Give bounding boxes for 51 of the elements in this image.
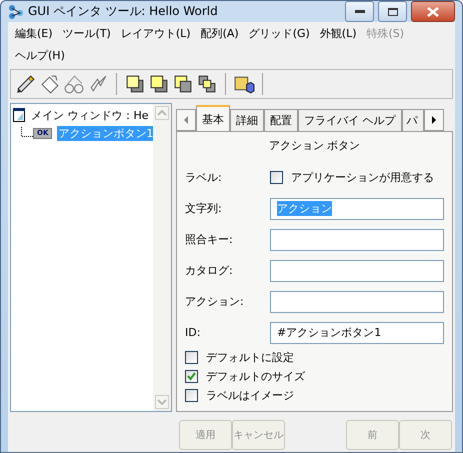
menu-item[interactable]: 配列(A) bbox=[196, 23, 244, 45]
field-label: アクション: bbox=[185, 294, 245, 309]
menu-item[interactable]: ヘルプ(H) bbox=[10, 45, 70, 67]
menu-item[interactable]: レイアウト(L) bbox=[116, 23, 196, 45]
field-label: 文字列: bbox=[185, 201, 223, 216]
checkbox-label: ラベルはイメージ bbox=[206, 388, 294, 403]
maximize-button[interactable] bbox=[378, 1, 407, 22]
scroll-right-icon[interactable] bbox=[424, 109, 444, 131]
window-icon bbox=[13, 108, 25, 122]
close-button[interactable] bbox=[411, 1, 455, 22]
glasses-icon[interactable] bbox=[63, 73, 85, 95]
tab[interactable]: 配置 bbox=[264, 109, 298, 131]
pencil-icon[interactable] bbox=[15, 73, 37, 95]
tab[interactable]: フライバイ ヘルプ bbox=[298, 109, 402, 131]
field-label: カタログ: bbox=[185, 263, 234, 278]
input-field[interactable] bbox=[270, 290, 444, 312]
field-label: ラベル: bbox=[185, 170, 223, 185]
maximize-icon bbox=[388, 8, 398, 16]
checkbox-label: デフォルトに設定 bbox=[206, 350, 294, 365]
checkbox-label: デフォルトのサイズ bbox=[206, 369, 305, 384]
send-to-back-icon[interactable] bbox=[148, 73, 170, 95]
menu-item[interactable]: 編集(E) bbox=[10, 23, 58, 45]
stacked-squares-icon[interactable] bbox=[196, 73, 218, 95]
minimize-button[interactable] bbox=[345, 1, 374, 22]
checkbox[interactable] bbox=[270, 171, 283, 184]
field-label: 照合キー: bbox=[185, 232, 234, 247]
input-field[interactable] bbox=[270, 228, 444, 250]
panel-title: アクション ボタン bbox=[268, 138, 360, 154]
menu-item[interactable]: 外観(L) bbox=[314, 23, 362, 45]
checkbox[interactable] bbox=[185, 389, 198, 402]
tree-line bbox=[21, 127, 33, 139]
minimize-icon bbox=[354, 10, 364, 14]
tree-item[interactable]: メイン ウィンドウ：He bbox=[31, 108, 149, 122]
input-field[interactable] bbox=[270, 260, 444, 282]
tab[interactable]: 詳細 bbox=[230, 109, 264, 131]
tab[interactable]: パ bbox=[402, 109, 424, 131]
check-icon bbox=[187, 372, 196, 381]
checkbox-label: アプリケーションが用意する bbox=[291, 170, 434, 185]
menu-item[interactable]: グリッド(G) bbox=[244, 23, 315, 45]
input-field[interactable]: #アクションボタン1 bbox=[270, 322, 444, 344]
close-icon bbox=[427, 6, 439, 16]
bring-to-front-icon[interactable] bbox=[124, 73, 146, 95]
field-label: ID: bbox=[185, 326, 202, 339]
tab[interactable]: 基本 bbox=[196, 105, 230, 131]
scroll-left-icon[interactable] bbox=[176, 109, 196, 131]
layers-icon[interactable] bbox=[172, 73, 194, 95]
app-icon bbox=[8, 4, 24, 20]
checkbox[interactable] bbox=[185, 370, 198, 383]
checkbox[interactable] bbox=[185, 351, 198, 364]
window-title: GUI ペインタ ツール: Hello World bbox=[28, 3, 219, 20]
menu-item[interactable]: ツール(T) bbox=[58, 23, 116, 45]
